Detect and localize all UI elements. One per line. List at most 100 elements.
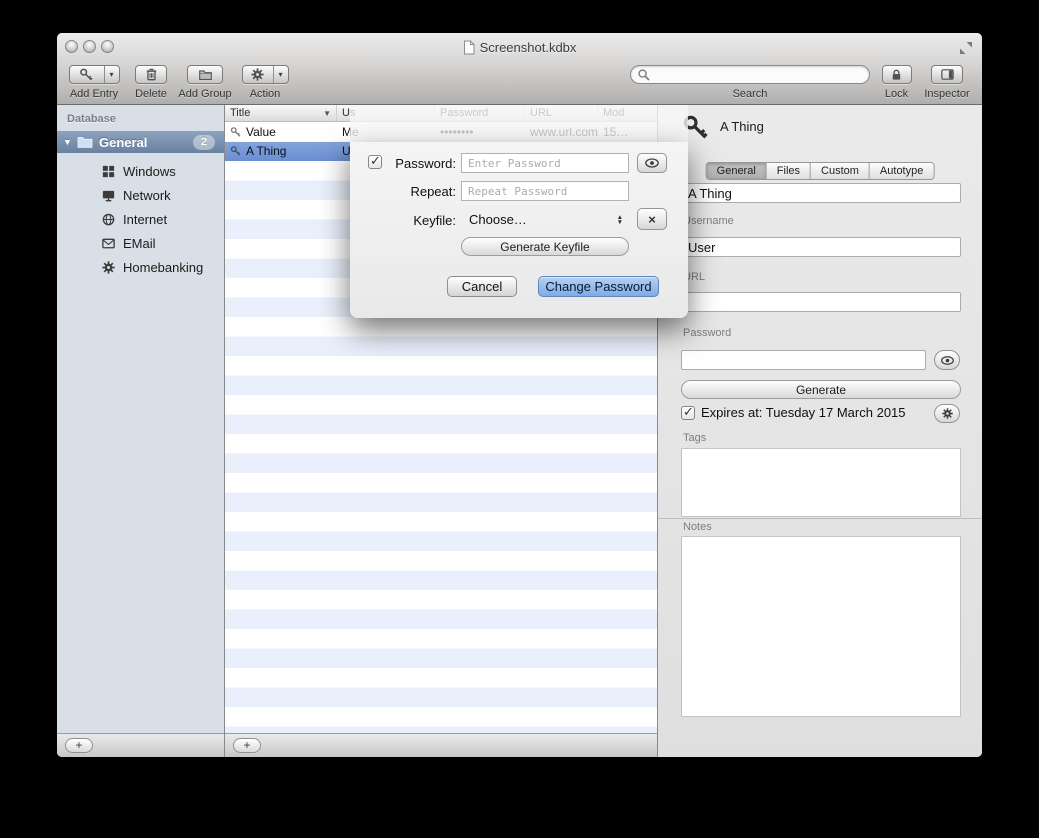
add-entry-plus-button[interactable]: + xyxy=(233,738,261,753)
gear-icon xyxy=(941,407,954,420)
gear-icon xyxy=(243,66,273,83)
inspector-entry-title: A Thing xyxy=(720,119,764,134)
toolbar: ▾ Add Entry Delete Add Group xyxy=(57,61,982,105)
inspector-button[interactable] xyxy=(931,65,963,84)
sidebar-item-label: Internet xyxy=(123,212,167,227)
search-field[interactable] xyxy=(630,65,870,84)
delete-label: Delete xyxy=(129,88,173,100)
sidebar-item-internet[interactable]: Internet xyxy=(57,207,224,231)
notes-input[interactable] xyxy=(681,536,961,717)
clear-keyfile-button[interactable]: × xyxy=(637,208,667,230)
sidebar-item-label: Homebanking xyxy=(123,260,203,275)
reveal-password-button[interactable] xyxy=(934,350,960,370)
add-entry-button[interactable]: ▾ xyxy=(69,65,120,84)
generate-keyfile-button[interactable]: Generate Keyfile xyxy=(461,237,629,256)
search-label: Search xyxy=(630,88,870,100)
username-label: Username xyxy=(683,215,734,227)
tags-input[interactable] xyxy=(681,448,961,517)
app-window: Screenshot.kdbx ▾ Add Entry Delete xyxy=(57,33,982,757)
delete-button[interactable] xyxy=(135,65,167,84)
notes-label: Notes xyxy=(683,521,712,533)
chevron-down-icon[interactable]: ▾ xyxy=(104,66,119,83)
password-label: Password xyxy=(683,327,731,339)
inspector-panel: A Thing General Files Custom Autotype Us… xyxy=(658,105,982,757)
monitor-icon xyxy=(101,188,116,203)
fullscreen-icon[interactable] xyxy=(959,41,973,55)
tab-autotype[interactable]: Autotype xyxy=(869,163,933,179)
tab-files[interactable]: Files xyxy=(766,163,810,179)
lock-button[interactable] xyxy=(882,65,912,84)
globe-icon xyxy=(101,212,116,227)
envelope-icon xyxy=(101,236,116,251)
expires-settings-button[interactable] xyxy=(934,404,960,423)
tab-custom[interactable]: Custom xyxy=(810,163,869,179)
title-field[interactable] xyxy=(681,183,961,203)
dialog-password-input[interactable] xyxy=(461,153,629,173)
sidebar-group-general[interactable]: ▼ General 2 xyxy=(57,131,224,153)
action-label: Action xyxy=(239,88,291,100)
search-group: Search xyxy=(630,65,870,100)
sidebar-item-network[interactable]: Network xyxy=(57,183,224,207)
dialog-repeat-input[interactable] xyxy=(461,181,629,201)
add-group-plus-button[interactable]: + xyxy=(65,738,93,753)
sheet-shadow-region xyxy=(350,105,688,142)
disclosure-triangle-icon[interactable]: ▼ xyxy=(63,137,77,147)
add-entry-label: Add Entry xyxy=(63,88,125,100)
padlock-icon xyxy=(883,66,911,83)
delete-group: Delete xyxy=(129,65,173,100)
dialog-repeat-label: Repeat: xyxy=(384,184,456,199)
key-icon xyxy=(230,145,242,157)
key-icon xyxy=(70,66,104,83)
cancel-button[interactable]: Cancel xyxy=(447,276,517,297)
chevron-down-icon[interactable]: ▾ xyxy=(273,66,288,83)
add-group-label: Add Group xyxy=(175,88,235,100)
group-count-badge: 2 xyxy=(193,135,215,150)
dialog-keyfile-label: Keyfile: xyxy=(384,213,456,228)
column-header-title[interactable]: Title ▼ xyxy=(225,105,337,121)
add-group-group: Add Group xyxy=(175,65,235,100)
expires-row: Expires at: Tuesday 17 March 2015 xyxy=(681,405,906,420)
change-password-button[interactable]: Change Password xyxy=(538,276,659,297)
close-icon: × xyxy=(648,212,656,227)
sidebar-item-label: Windows xyxy=(123,164,176,179)
dialog-password-label: Password: xyxy=(384,156,456,171)
search-icon xyxy=(637,68,650,81)
generate-password-button[interactable]: Generate xyxy=(681,380,961,399)
entry-list-bottom-bar: + xyxy=(225,733,657,757)
inspector-panel-icon xyxy=(932,66,962,83)
sidebar-header: Database xyxy=(67,113,116,125)
username-field[interactable] xyxy=(681,237,961,257)
titlebar[interactable]: Screenshot.kdbx xyxy=(57,33,982,61)
sidebar-item-windows[interactable]: Windows xyxy=(57,159,224,183)
sidebar-group-label: General xyxy=(99,135,147,150)
sort-arrow-icon: ▼ xyxy=(323,109,331,118)
eye-icon xyxy=(644,155,660,171)
folder-icon xyxy=(188,66,222,83)
add-entry-group: ▾ Add Entry xyxy=(63,65,125,100)
password-field[interactable] xyxy=(681,350,926,370)
url-field[interactable] xyxy=(681,292,961,312)
sidebar-item-label: EMail xyxy=(123,236,156,251)
document-icon xyxy=(463,40,475,55)
password-enable-checkbox[interactable] xyxy=(368,155,382,169)
keyfile-popup-button[interactable]: Choose… ▲▼ xyxy=(461,209,629,230)
dialog-reveal-password-button[interactable] xyxy=(637,153,667,173)
expires-checkbox[interactable] xyxy=(681,406,695,420)
inspector-tabs: General Files Custom Autotype xyxy=(706,162,935,180)
tab-general[interactable]: General xyxy=(707,163,766,179)
inspector-label: Inspector xyxy=(919,88,975,100)
expires-label: Expires at: Tuesday 17 March 2015 xyxy=(701,405,906,420)
window-grid-icon xyxy=(101,164,116,179)
lock-group: Lock xyxy=(881,65,912,100)
key-icon xyxy=(230,126,242,138)
add-group-button[interactable] xyxy=(187,65,223,84)
tags-label: Tags xyxy=(683,432,706,444)
inspector-group: Inspector xyxy=(919,65,975,100)
sidebar-item-email[interactable]: EMail xyxy=(57,231,224,255)
sidebar: Database ▼ General 2 Windows Networ xyxy=(57,105,225,757)
popup-stepper-icon: ▲▼ xyxy=(617,215,623,225)
search-input[interactable] xyxy=(654,68,863,82)
sidebar-item-homebanking[interactable]: Homebanking xyxy=(57,255,224,279)
section-divider xyxy=(658,518,982,519)
action-button[interactable]: ▾ xyxy=(242,65,289,84)
